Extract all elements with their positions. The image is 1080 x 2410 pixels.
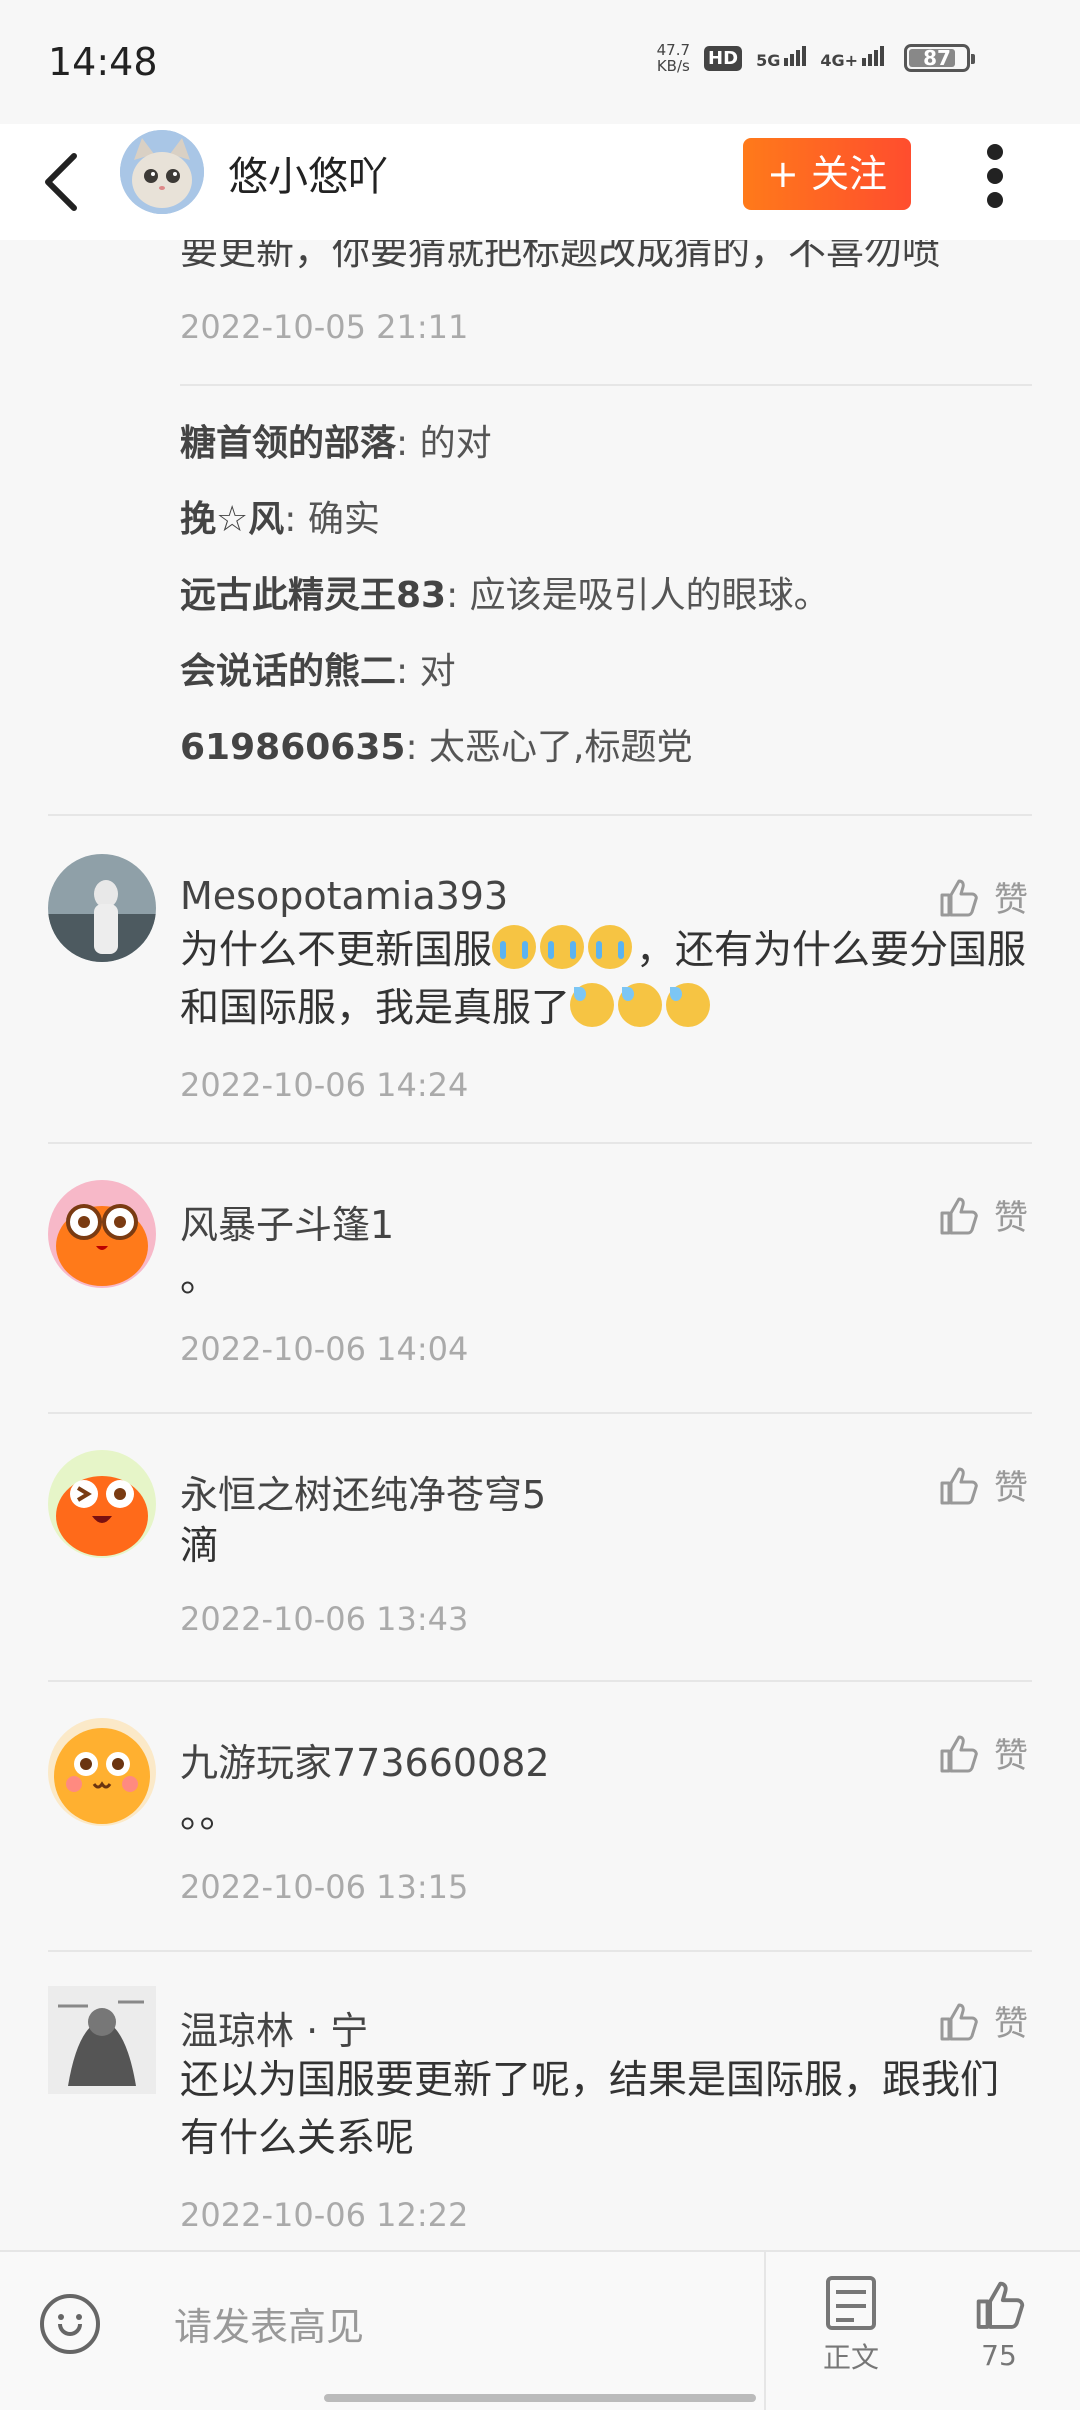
thumb-up-icon <box>940 1735 978 1772</box>
thumb-up-icon <box>940 879 978 916</box>
like-article-button[interactable]: 75 <box>954 2276 1044 2372</box>
emoji-picker-icon[interactable] <box>40 2294 100 2354</box>
comment-date: 2022-10-06 13:43 <box>180 1600 469 1638</box>
follow-button[interactable]: + 关注 <box>743 138 911 210</box>
downcast-sweat-emoji-icon <box>618 983 663 1027</box>
divider <box>180 384 1032 386</box>
comment-text: 。。 <box>180 1792 239 1837</box>
like-button[interactable]: 赞 <box>936 872 1028 921</box>
commenter-name[interactable]: 九游玩家773660082 <box>180 1732 550 1787</box>
comment-text: 。 <box>180 1256 220 1301</box>
like-button[interactable]: 赞 <box>936 1996 1028 2045</box>
comment-date: 2022-10-06 13:15 <box>180 1868 469 1906</box>
like-button[interactable]: 赞 <box>936 1460 1028 1509</box>
thumb-up-icon <box>940 1197 978 1234</box>
status-icons: 47.7 KB/s HD 5G 4G+ 87 <box>656 41 975 75</box>
status-bar: 14:48 47.7 KB/s HD 5G 4G+ 87 <box>0 0 1080 124</box>
bottom-action-bar: 请发表高见 正文 75 <box>0 2250 1080 2410</box>
avatar[interactable] <box>48 854 156 962</box>
avatar[interactable] <box>48 1450 156 1558</box>
reply-item[interactable]: 糖首领的部落: 的对 <box>180 414 492 466</box>
more-options-icon[interactable] <box>980 138 1010 216</box>
author-name[interactable]: 悠小悠吖 <box>228 144 388 202</box>
divider <box>48 1680 1032 1682</box>
divider <box>48 1412 1032 1414</box>
net-speed: 47.7 KB/s <box>656 41 691 75</box>
reply-item[interactable]: 会说话的熊二: 对 <box>180 642 456 694</box>
crying-emoji-icon <box>588 925 633 969</box>
comment-date: 2022-10-06 14:04 <box>180 1330 469 1368</box>
comment-text: 为什么不更新国服 ，还有为什么要分国服和国际服，我是真服了 <box>180 922 1030 1038</box>
reply-item[interactable]: 挽☆风: 确实 <box>180 490 380 542</box>
status-time: 14:48 <box>48 40 158 84</box>
comment-text: 滴 <box>180 1524 220 1569</box>
like-button[interactable]: 赞 <box>936 1728 1028 1777</box>
hd-icon: HD <box>704 45 743 71</box>
commenter-name[interactable]: 风暴子斗篷1 <box>180 1194 394 1249</box>
commenter-name[interactable]: 温琼林 · 宁 <box>180 2000 368 2055</box>
downcast-sweat-emoji-icon <box>570 983 615 1027</box>
top-nav-bar: 悠小悠吖 + 关注 <box>0 124 1080 240</box>
commenter-name[interactable]: Mesopotamia393 <box>180 874 508 918</box>
comment-date: 2022-10-05 21:11 <box>180 308 469 346</box>
comment-date: 2022-10-06 14:24 <box>180 1066 469 1104</box>
divider <box>48 1950 1032 1952</box>
thumb-up-icon <box>940 1467 978 1504</box>
home-indicator[interactable] <box>324 2394 756 2402</box>
reply-item[interactable]: 远古此精灵王83: 应该是吸引人的眼球。 <box>180 566 830 618</box>
signal-4g-icon: 4G+ <box>820 46 884 70</box>
comment-input[interactable]: 请发表高见 <box>120 2282 740 2372</box>
divider <box>48 814 1032 816</box>
signal-5g-icon: 5G <box>756 46 807 70</box>
article-button[interactable]: 正文 <box>806 2276 896 2376</box>
divider <box>764 2252 766 2410</box>
avatar[interactable] <box>48 1180 156 1288</box>
reply-item[interactable]: 619860635: 太恶心了,标题党 <box>180 718 692 770</box>
document-icon <box>826 2276 876 2330</box>
thumb-up-icon <box>940 2003 978 2040</box>
downcast-sweat-emoji-icon <box>666 983 711 1027</box>
battery-icon: 87 <box>904 44 975 72</box>
avatar[interactable] <box>48 1718 156 1826</box>
commenter-name[interactable]: 永恒之树还纯净苍穹5 <box>180 1464 546 1519</box>
crying-emoji-icon <box>540 925 585 969</box>
crying-emoji-icon <box>492 925 537 969</box>
thumb-up-icon <box>976 2281 1025 2329</box>
divider <box>48 1142 1032 1144</box>
author-avatar[interactable] <box>120 130 204 214</box>
comment-text: 还以为国服要更新了呢，结果是国际服，跟我们有什么关系呢 <box>180 2058 1000 2161</box>
comment-date: 2022-10-06 12:22 <box>180 2196 469 2234</box>
like-button[interactable]: 赞 <box>936 1190 1028 1239</box>
back-arrow-icon[interactable] <box>38 142 88 222</box>
avatar[interactable] <box>48 1986 156 2094</box>
